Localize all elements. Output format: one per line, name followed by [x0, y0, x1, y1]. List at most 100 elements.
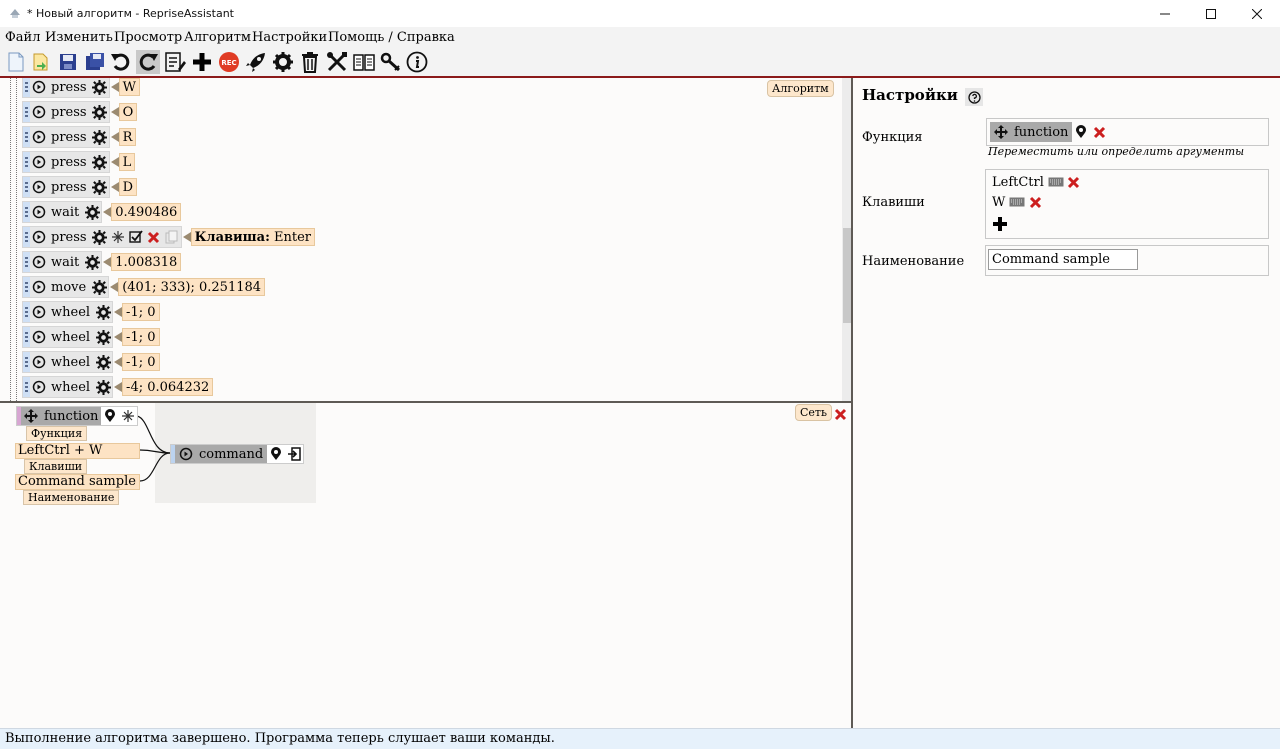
gear-icon[interactable] [92, 79, 108, 95]
command-block[interactable]: move [22, 276, 110, 298]
command-node-header[interactable]: command [175, 445, 268, 463]
drag-handle[interactable] [23, 227, 30, 247]
command-value[interactable]: W [118, 78, 140, 96]
algorithm-tab-label[interactable]: Алгоритм [767, 80, 834, 97]
drag-handle[interactable] [23, 202, 30, 222]
checkbox-icon[interactable] [128, 229, 144, 245]
save-as-button[interactable] [83, 50, 107, 74]
gear-icon[interactable] [92, 104, 108, 120]
command-value[interactable]: R [118, 128, 137, 146]
command-block[interactable]: press [22, 101, 110, 123]
command-row[interactable]: wait 1.008318 [22, 251, 182, 273]
function-node[interactable]: function [16, 406, 139, 426]
command-block[interactable]: press [22, 151, 110, 173]
command-block[interactable]: press [22, 226, 182, 248]
command-row[interactable]: move (401; 333); 0.251184 [22, 276, 266, 298]
drag-handle[interactable] [23, 377, 30, 397]
command-row[interactable]: press L [22, 151, 136, 173]
settings-button[interactable] [271, 50, 295, 74]
drag-handle[interactable] [23, 327, 30, 347]
command-value[interactable]: L [118, 153, 136, 171]
link-button[interactable] [379, 50, 403, 74]
sparkle-icon[interactable] [110, 229, 126, 245]
command-block[interactable]: wheel [22, 326, 114, 348]
command-row[interactable]: wheel -4; 0.064232 [22, 376, 214, 398]
play-circle-icon[interactable] [31, 279, 47, 295]
command-row[interactable]: wait 0.490486 [22, 201, 182, 223]
play-circle-icon[interactable] [31, 254, 47, 270]
tools-button[interactable] [325, 50, 349, 74]
pin-icon[interactable] [1073, 124, 1089, 140]
add-key-button[interactable] [993, 216, 1007, 235]
maximize-button[interactable] [1188, 0, 1234, 27]
edit-list-button[interactable] [163, 50, 187, 74]
play-circle-icon[interactable] [31, 104, 47, 120]
delete-x-icon[interactable] [146, 229, 162, 245]
play-circle-icon[interactable] [31, 179, 47, 195]
close-button[interactable] [1234, 0, 1280, 27]
gear-icon[interactable] [92, 179, 108, 195]
command-row[interactable]: press O [22, 101, 138, 123]
command-value[interactable]: -1; 0 [122, 353, 160, 371]
drag-handle[interactable] [23, 352, 30, 372]
run-button[interactable] [244, 50, 268, 74]
gear-icon[interactable] [92, 129, 108, 145]
function-chip-header[interactable]: function [990, 122, 1073, 142]
pin-icon[interactable] [268, 446, 284, 462]
command-value[interactable]: (401; 333); 0.251184 [118, 278, 266, 296]
play-circle-icon[interactable] [31, 79, 47, 95]
redo-button[interactable] [136, 50, 160, 74]
command-row[interactable]: wheel -1; 0 [22, 351, 160, 373]
drag-handle[interactable] [23, 127, 30, 147]
play-circle-icon[interactable] [31, 229, 47, 245]
gear-icon[interactable] [95, 329, 111, 345]
info-button[interactable] [405, 50, 429, 74]
save-button[interactable] [56, 50, 80, 74]
command-block[interactable]: wheel [22, 376, 114, 398]
network-close-button[interactable] [834, 406, 847, 425]
help-book-button[interactable] [352, 50, 376, 74]
play-circle-icon[interactable] [31, 129, 47, 145]
command-row-selected[interactable]: press Клавиша: Enter [22, 226, 316, 248]
copy-icon[interactable] [164, 229, 180, 245]
command-value[interactable]: D [118, 178, 138, 196]
drag-handle[interactable] [23, 102, 30, 122]
drag-handle[interactable] [23, 152, 30, 172]
open-button[interactable] [29, 50, 53, 74]
add-button[interactable] [190, 50, 214, 74]
play-circle-icon[interactable] [31, 154, 47, 170]
keyboard-icon[interactable] [1009, 194, 1025, 210]
gear-icon[interactable] [84, 204, 100, 220]
minimize-button[interactable] [1142, 0, 1188, 27]
drag-handle[interactable] [23, 302, 30, 322]
command-value[interactable]: -1; 0 [122, 303, 160, 321]
command-value[interactable]: 1.008318 [111, 253, 182, 271]
command-block[interactable]: press [22, 78, 110, 98]
gear-icon[interactable] [91, 279, 107, 295]
command-value[interactable]: 0.490486 [111, 203, 182, 221]
record-button[interactable]: REC [217, 50, 241, 74]
function-chip[interactable]: function [990, 122, 1108, 142]
gear-icon[interactable] [84, 254, 100, 270]
enter-icon[interactable] [286, 446, 302, 462]
command-value[interactable]: O [118, 103, 138, 121]
command-value[interactable]: Клавиша: Enter [190, 228, 316, 246]
gear-icon[interactable] [92, 229, 108, 245]
sparkle-icon[interactable] [120, 408, 136, 424]
command-block[interactable]: wait [22, 251, 103, 273]
drag-handle[interactable] [23, 252, 30, 272]
gear-icon[interactable] [95, 379, 111, 395]
play-circle-icon[interactable] [31, 354, 47, 370]
drag-handle[interactable] [23, 177, 30, 197]
name-node-value[interactable]: Command sample [15, 474, 140, 490]
play-circle-icon[interactable] [31, 329, 47, 345]
menu-help[interactable]: Помощь / Справка [328, 30, 455, 45]
name-input[interactable]: Command sample [988, 249, 1138, 270]
keys-node-value[interactable]: LeftCtrl + W [15, 443, 140, 459]
command-block[interactable]: wait [22, 201, 103, 223]
command-value[interactable]: -4; 0.064232 [122, 378, 214, 396]
gear-icon[interactable] [95, 304, 111, 320]
command-row[interactable]: press W [22, 78, 140, 98]
undo-button[interactable] [109, 50, 133, 74]
algorithm-scrollbar-thumb[interactable] [843, 228, 851, 323]
